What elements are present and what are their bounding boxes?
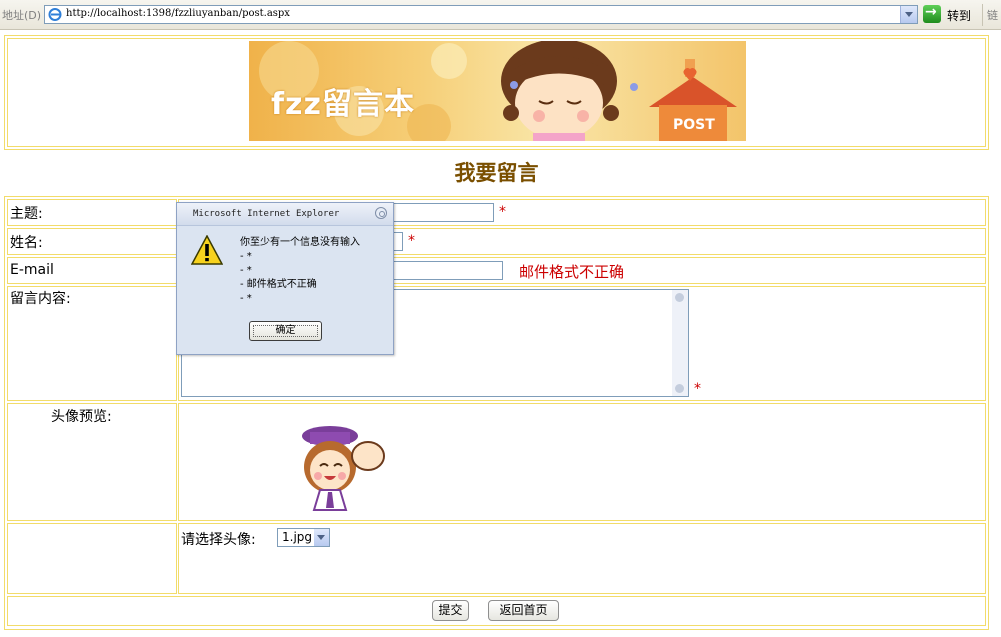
ok-button-label: 确定 <box>275 325 296 336</box>
submit-button[interactable]: 提交 <box>432 600 469 621</box>
address-label: 地址(D) <box>2 9 42 22</box>
select-avatar-label: 请选择头像: <box>181 532 256 548</box>
address-url: http://localhost:1398/fzzliuyanban/post.… <box>66 8 290 19</box>
ok-button[interactable]: 确定 <box>249 321 322 341</box>
toolbar-separator <box>982 4 983 26</box>
warning-icon <box>191 235 223 265</box>
address-dropdown-button[interactable] <box>900 6 917 23</box>
links-label[interactable]: 链 <box>987 7 998 23</box>
textarea-scrollbar[interactable] <box>672 290 688 396</box>
chevron-down-icon[interactable] <box>314 529 329 546</box>
banner-title: fzz留言本 <box>271 87 415 122</box>
content-label: 留言内容: <box>10 291 71 307</box>
avatar-preview-label: 头像预览: <box>51 409 112 425</box>
name-required-mark: * <box>408 233 415 249</box>
page-title: 我要留言 <box>454 160 539 185</box>
post-label: POST <box>673 117 715 133</box>
go-arrow-icon <box>923 4 941 23</box>
dialog-titlebar[interactable]: Microsoft Internet Explorer <box>177 203 393 226</box>
go-button[interactable]: 转到 <box>923 4 979 24</box>
subject-label: 主题: <box>10 206 43 222</box>
avatar-select[interactable]: 1.jpg <box>277 528 330 547</box>
dialog-title: Microsoft Internet Explorer <box>193 209 340 219</box>
subject-required-mark: * <box>499 204 506 220</box>
scroll-down-icon[interactable] <box>675 384 684 393</box>
avatar-image <box>302 426 385 511</box>
name-label: 姓名: <box>10 235 43 251</box>
ie-page-icon <box>48 8 62 21</box>
dialog-message: 你至少有一个信息没有输入 - * - * - 邮件格式不正确 - * <box>240 237 360 304</box>
banner-image: fzz留言本 POST <box>249 41 746 141</box>
scroll-up-icon[interactable] <box>675 293 684 302</box>
back-home-button[interactable]: 返回首页 <box>488 600 559 621</box>
address-bar: 地址(D) http://localhost:1398/fzzliuyanban… <box>0 0 1001 30</box>
email-label: E-mail <box>10 262 54 278</box>
avatar-select-value: 1.jpg <box>282 530 313 544</box>
content-required-mark: * <box>694 381 701 397</box>
address-input[interactable]: http://localhost:1398/fzzliuyanban/post.… <box>44 5 918 24</box>
email-error-text: 邮件格式不正确 <box>519 263 625 281</box>
close-icon[interactable] <box>375 207 387 219</box>
alert-dialog: Microsoft Internet Explorer 你至少有一个信息没有输入… <box>176 202 394 355</box>
go-label: 转到 <box>947 9 972 23</box>
select-label-cell <box>7 523 177 594</box>
